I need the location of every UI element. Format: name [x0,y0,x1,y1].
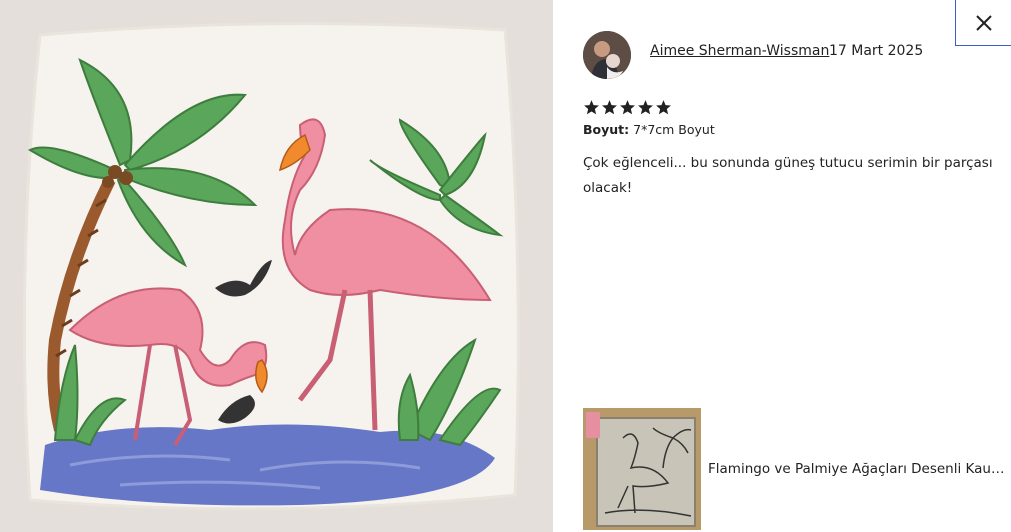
close-button[interactable] [955,0,1011,46]
close-icon [975,14,992,31]
reviewer-avatar[interactable] [583,31,631,79]
avatar-photo [583,31,631,79]
product-image [583,408,701,530]
product-title-link[interactable]: Flamingo ve Palmiye Ağaçları Desenli Kau… [708,461,1008,477]
star-icon [638,100,653,115]
review-date: 17 Mart 2025 [829,43,924,59]
reviewer-name-link[interactable]: Aimee Sherman-Wissman [650,43,829,59]
star-icon [656,100,671,115]
star-rating [583,99,672,116]
flamingo-tile-image [0,0,553,532]
size-label: Boyut: [583,122,630,137]
review-photo [0,0,553,532]
size-info: Boyut: 7*7cm Boyut [583,122,715,137]
star-icon [602,100,617,115]
product-link[interactable]: Flamingo ve Palmiye Ağaçları Desenli Kau… [583,408,1008,530]
star-icon [620,100,635,115]
review-panel: Aimee Sherman-Wissman 17 Mart 2025 Boyut… [553,0,1011,532]
size-value: 7*7cm Boyut [633,122,715,137]
star-icon [584,100,599,115]
review-text: Çok eğlenceli... bu sonunda güneş tutucu… [583,155,993,196]
product-thumbnail[interactable] [583,408,701,530]
